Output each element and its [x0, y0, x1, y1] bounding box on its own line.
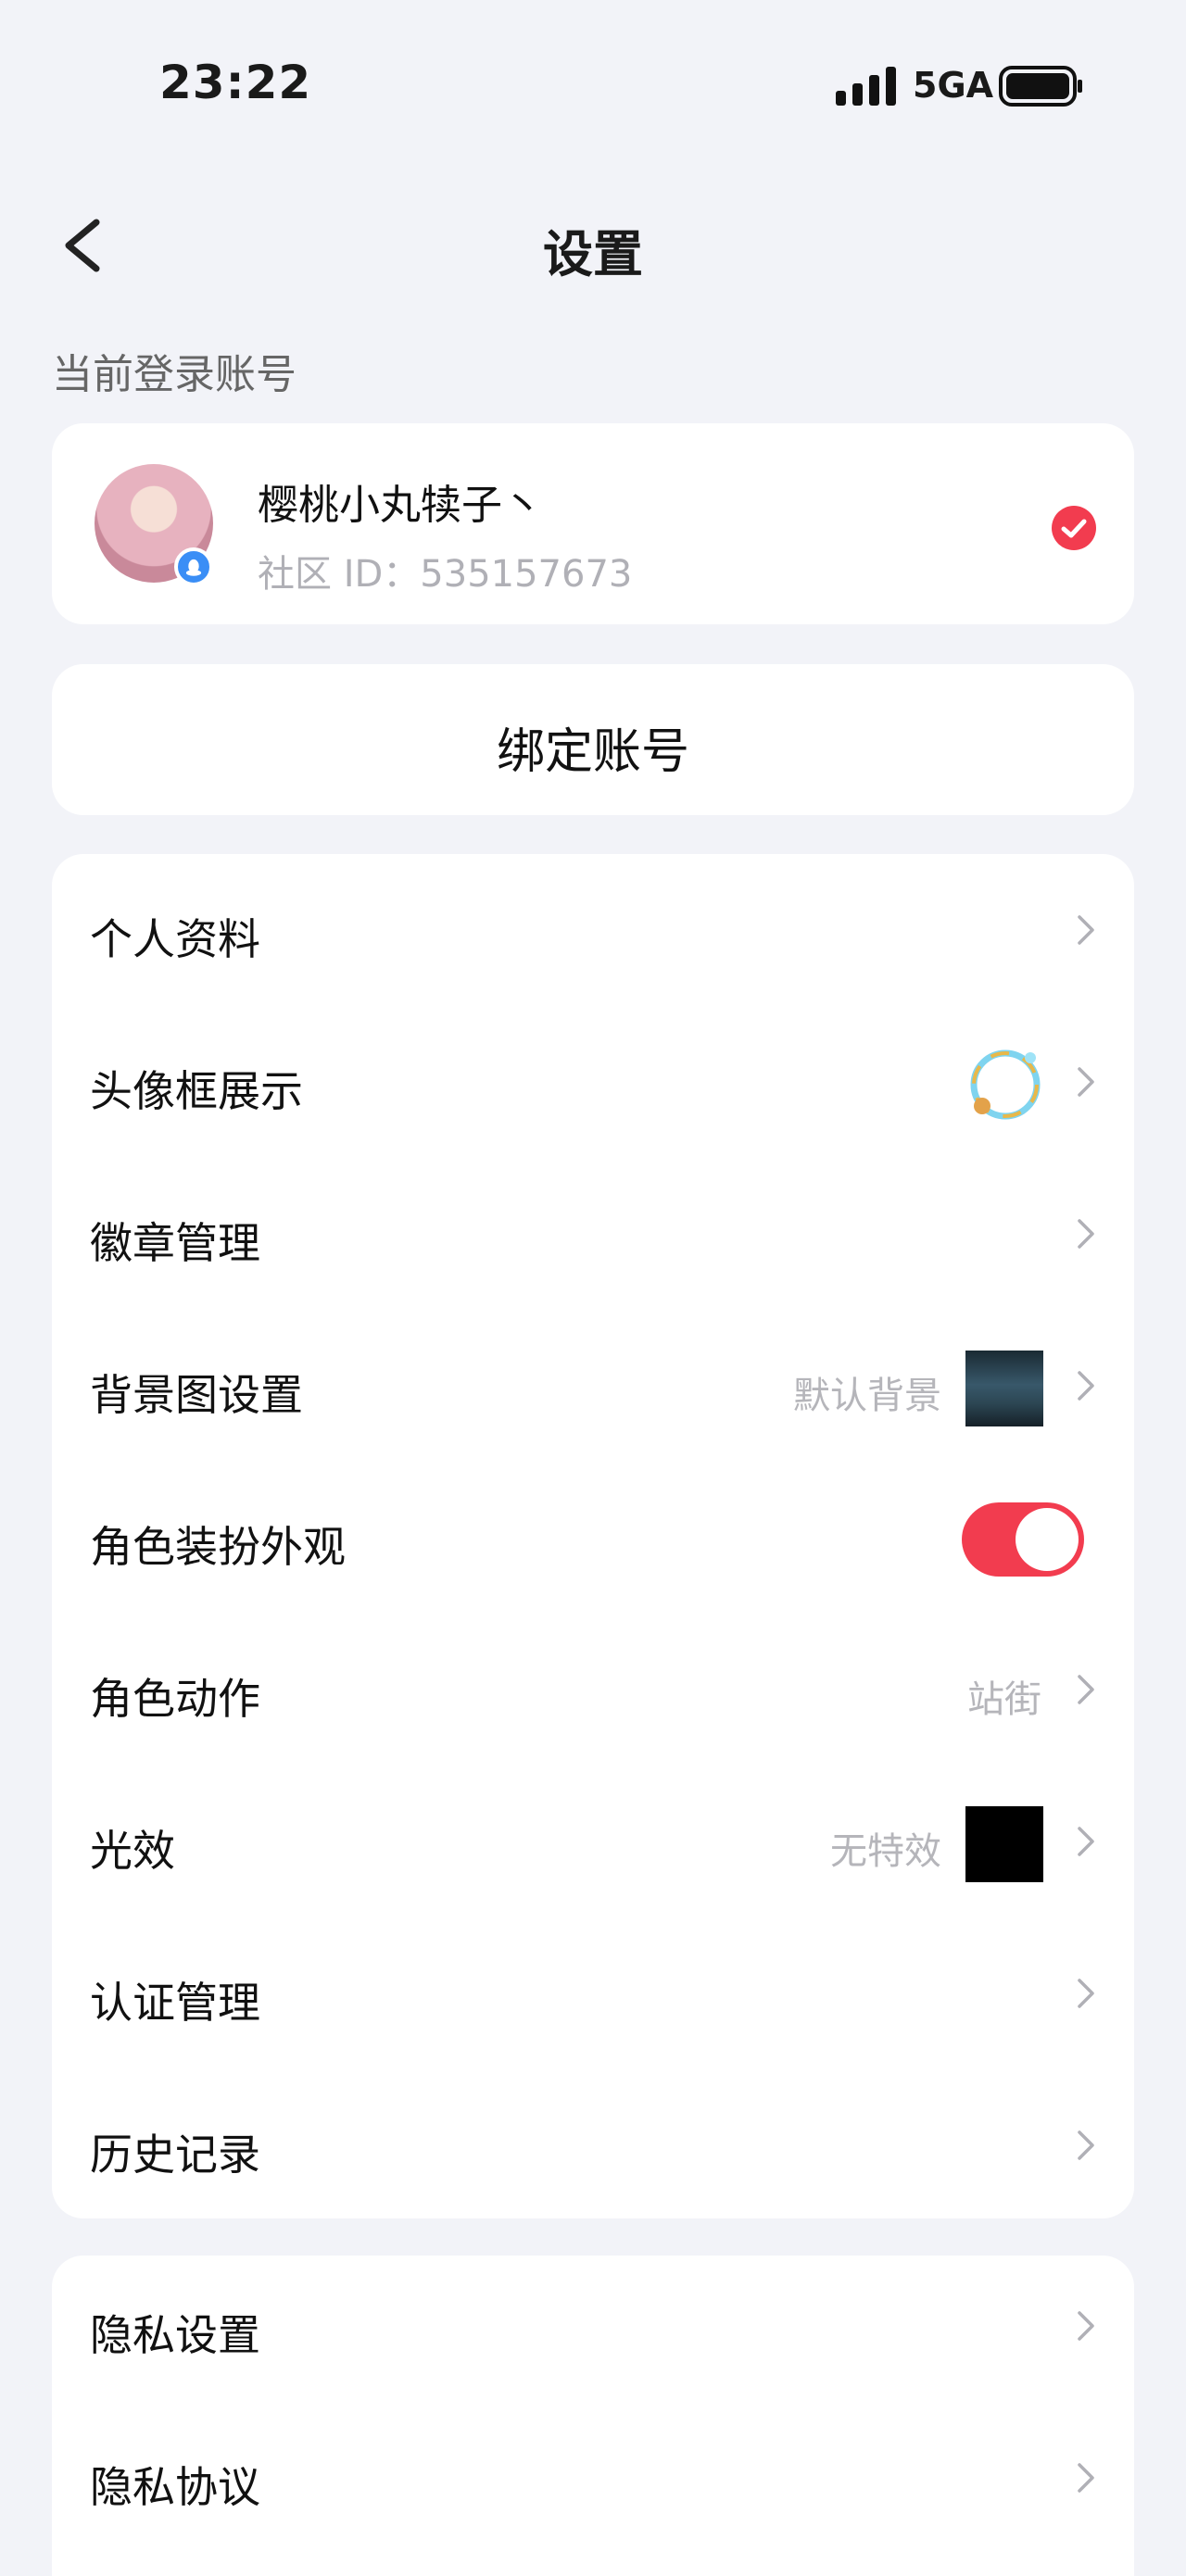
row-light-effect[interactable]: 光效 无特效 — [52, 1766, 1134, 1917]
row-label: 光效 — [90, 1826, 175, 1876]
row-label: 徽章管理 — [90, 1218, 260, 1268]
status-bar: 23:22 5GA — [0, 0, 1186, 176]
row-character-outfit: 角色装扮外观 — [52, 1462, 1134, 1614]
row-label: 头像框展示 — [90, 1066, 303, 1116]
row-label: 隐私设置 — [90, 2310, 260, 2360]
avatar — [95, 464, 213, 586]
row-label: 隐私协议 — [90, 2462, 260, 2512]
chevron-right-icon — [1078, 1219, 1094, 1249]
community-id: 社区 ID：535157673 — [258, 553, 633, 596]
page-title: 设置 — [543, 225, 643, 283]
chevron-right-icon — [1078, 1067, 1094, 1097]
row-profile[interactable]: 个人资料 — [52, 854, 1134, 1006]
row-label: 个人资料 — [90, 914, 260, 964]
row-privacy-policy[interactable]: 隐私协议 — [52, 2407, 1134, 2559]
outfit-toggle[interactable] — [962, 1502, 1084, 1577]
chevron-right-icon — [1078, 1827, 1094, 1856]
row-value: 无特效 — [830, 1830, 941, 1873]
chevron-right-icon — [1078, 2311, 1094, 2341]
selected-check-icon — [1052, 506, 1096, 550]
row-background[interactable]: 背景图设置 默认背景 — [52, 1310, 1134, 1462]
account-card[interactable]: 樱桃小丸犊子丶 社区 ID：535157673 — [52, 423, 1134, 624]
row-value: 默认背景 — [793, 1375, 941, 1417]
chevron-right-icon — [1078, 1675, 1094, 1704]
settings-list: 个人资料 头像框展示 徽章管理 背景图设置 默认背景 角色装扮外观 角色动作 站… — [52, 854, 1134, 2218]
light-effect-thumbnail — [965, 1806, 1043, 1882]
row-value: 站街 — [967, 1678, 1041, 1721]
toggle-knob — [1016, 1508, 1079, 1571]
status-time: 23:22 — [159, 56, 312, 109]
row-character-action[interactable]: 角色动作 站街 — [52, 1614, 1134, 1766]
background-thumbnail — [965, 1351, 1043, 1426]
chevron-right-icon — [1078, 1371, 1094, 1401]
row-label: 角色动作 — [90, 1674, 260, 1724]
bind-account-label: 绑定账号 — [496, 724, 689, 780]
row-history[interactable]: 历史记录 — [52, 2069, 1134, 2221]
chevron-right-icon — [1078, 2130, 1094, 2160]
battery-icon — [999, 66, 1082, 107]
username: 樱桃小丸犊子丶 — [258, 482, 543, 529]
qq-badge-icon — [174, 547, 213, 586]
navigation-bar: 设置 — [0, 176, 1186, 306]
chevron-right-icon — [1078, 915, 1094, 945]
row-label: 认证管理 — [90, 1978, 260, 2028]
privacy-list: 隐私设置 隐私协议 — [52, 2256, 1134, 2576]
row-privacy-settings[interactable]: 隐私设置 — [52, 2256, 1134, 2407]
bind-account-button[interactable]: 绑定账号 — [52, 664, 1134, 815]
network-type: 5GA — [913, 65, 994, 106]
row-badges[interactable]: 徽章管理 — [52, 1158, 1134, 1310]
row-label: 角色装扮外观 — [90, 1522, 346, 1572]
row-avatar-frame[interactable]: 头像框展示 — [52, 1006, 1134, 1158]
row-label: 背景图设置 — [90, 1370, 303, 1420]
signal-icon — [836, 67, 896, 106]
current-account-label: 当前登录账号 — [52, 351, 296, 398]
chevron-right-icon — [1078, 1979, 1094, 2008]
row-verification[interactable]: 认证管理 — [52, 1917, 1134, 2069]
avatar-frame-thumbnail — [970, 1049, 1041, 1120]
row-label: 历史记录 — [90, 2130, 260, 2180]
chevron-right-icon — [1078, 2463, 1094, 2493]
